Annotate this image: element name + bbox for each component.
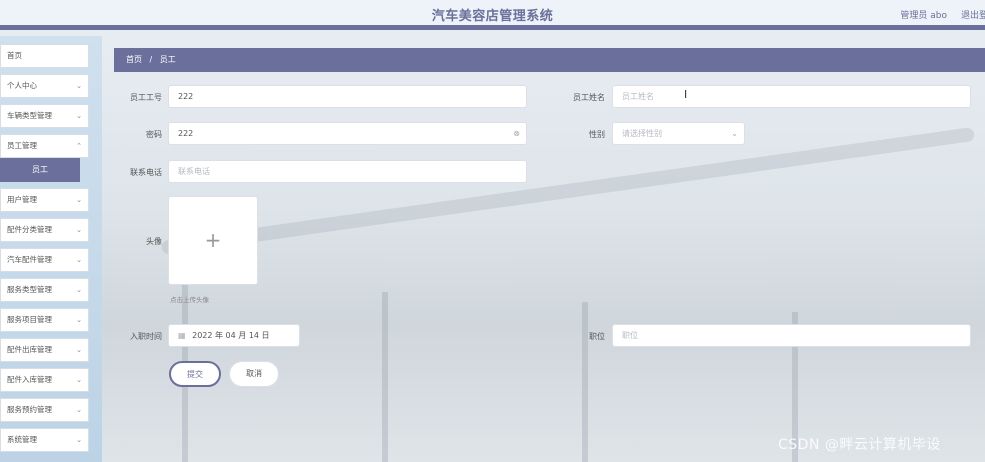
chevron-down-icon: ⌄ — [731, 129, 738, 138]
sidebar-item-label: 服务类型管理 — [7, 285, 52, 294]
password-input[interactable]: 222 ⊗ — [168, 122, 527, 145]
chevron-down-icon: ⌄ — [76, 346, 82, 354]
avatar-upload-hint: 点击上传头像 — [170, 296, 209, 304]
sidebar-item-label: 汽车配件管理 — [7, 255, 52, 264]
chevron-down-icon: ⌄ — [76, 406, 82, 414]
chevron-down-icon: ⌄ — [76, 376, 82, 384]
chevron-down-icon: ⌄ — [76, 436, 82, 444]
plus-icon: + — [204, 228, 222, 252]
position-label: 职位 — [589, 332, 605, 341]
sidebar-item-label: 员工管理 — [7, 141, 37, 150]
sidebar-item-label: 系统管理 — [7, 435, 37, 444]
phone-label: 联系电话 — [130, 168, 162, 177]
hire-date-value: 2022 年 04 月 14 日 — [192, 331, 270, 340]
sidebar-item-label: 首页 — [7, 51, 22, 60]
breadcrumb: 首页 / 员工 — [114, 48, 985, 72]
hire-date-label: 入职时间 — [130, 332, 162, 341]
sidebar-item-user-management[interactable]: 用户管理 ⌄ — [0, 188, 89, 212]
employee-name-label: 员工姓名 — [573, 93, 605, 102]
chevron-down-icon: ⌄ — [76, 82, 82, 90]
chevron-down-icon: ⌄ — [76, 316, 82, 324]
hire-date-picker[interactable]: ▦ 2022 年 04 月 14 日 — [168, 324, 300, 347]
sidebar-item-label: 个人中心 — [7, 81, 37, 90]
sidebar-item-service-type[interactable]: 服务类型管理 ⌄ — [0, 278, 89, 302]
chevron-down-icon: ⌄ — [76, 286, 82, 294]
sidebar-subitem-employee[interactable]: 员工 — [0, 158, 80, 182]
employee-id-input[interactable]: 222 — [168, 85, 527, 108]
sidebar-item-system-management[interactable]: 系统管理 ⌄ — [0, 428, 89, 452]
submit-button[interactable]: 提交 — [169, 361, 221, 387]
text-cursor-icon: I — [684, 88, 688, 101]
sidebar-item-label: 服务项目管理 — [7, 315, 52, 324]
breadcrumb-separator: / — [149, 55, 153, 64]
sidebar-item-vehicle-type[interactable]: 车辆类型管理 ⌄ — [0, 104, 89, 128]
chevron-up-icon: ⌃ — [76, 142, 82, 150]
calendar-icon: ▦ — [178, 331, 186, 340]
sidebar-item-personal-center[interactable]: 个人中心 ⌄ — [0, 74, 89, 98]
sidebar-item-auto-parts[interactable]: 汽车配件管理 ⌄ — [0, 248, 89, 272]
chevron-down-icon: ⌄ — [76, 112, 82, 120]
phone-input[interactable]: 联系电话 — [168, 160, 527, 183]
admin-username: 管理员 abo — [900, 11, 947, 21]
sidebar-item-service-booking[interactable]: 服务预约管理 ⌄ — [0, 398, 89, 422]
breadcrumb-current: 员工 — [159, 55, 176, 64]
sidebar-item-parts-outbound[interactable]: 配件出库管理 ⌄ — [0, 338, 89, 362]
logout-link[interactable]: 退出登录 — [961, 8, 985, 21]
sidebar-item-label: 车辆类型管理 — [7, 111, 52, 120]
gender-placeholder: 请选择性别 — [622, 129, 662, 138]
sidebar-item-label: 用户管理 — [7, 195, 37, 204]
employee-name-input[interactable]: 员工姓名 — [612, 85, 971, 108]
sidebar-item-label: 配件入库管理 — [7, 375, 52, 384]
sidebar: 首页 个人中心 ⌄ 车辆类型管理 ⌄ 员工管理 ⌃ 员工 用户管理 ⌄ 配件分类… — [0, 36, 102, 462]
employee-id-label: 员工工号 — [130, 93, 162, 102]
sidebar-item-parts-inbound[interactable]: 配件入库管理 ⌄ — [0, 368, 89, 392]
sidebar-item-service-project[interactable]: 服务项目管理 ⌄ — [0, 308, 89, 332]
sidebar-item-label: 配件出库管理 — [7, 345, 52, 354]
chevron-down-icon: ⌄ — [76, 196, 82, 204]
gender-label: 性别 — [589, 130, 605, 139]
password-label: 密码 — [146, 130, 162, 139]
cancel-button[interactable]: 取消 — [229, 361, 279, 387]
gender-select[interactable]: 请选择性别 ⌄ — [612, 122, 745, 145]
sidebar-item-home[interactable]: 首页 — [0, 44, 89, 68]
breadcrumb-home[interactable]: 首页 — [126, 55, 142, 64]
clear-icon[interactable]: ⊗ — [513, 123, 520, 144]
watermark: CSDN @畔云计算机毕设 — [778, 437, 941, 453]
sidebar-item-label: 配件分类管理 — [7, 225, 52, 234]
position-input[interactable]: 职位 — [612, 324, 971, 347]
password-value: 222 — [178, 129, 194, 138]
chevron-down-icon: ⌄ — [76, 256, 82, 264]
sidebar-item-label: 服务预约管理 — [7, 405, 52, 414]
top-header: 汽车美容店管理系统 管理员 abo 退出登录 — [0, 0, 985, 30]
avatar-upload[interactable]: + — [168, 196, 258, 285]
sidebar-item-parts-category[interactable]: 配件分类管理 ⌄ — [0, 218, 89, 242]
chevron-down-icon: ⌄ — [76, 226, 82, 234]
app-title: 汽车美容店管理系统 — [431, 9, 554, 24]
avatar-label: 头像 — [146, 237, 162, 246]
sidebar-item-employee-management[interactable]: 员工管理 ⌃ — [0, 134, 89, 158]
